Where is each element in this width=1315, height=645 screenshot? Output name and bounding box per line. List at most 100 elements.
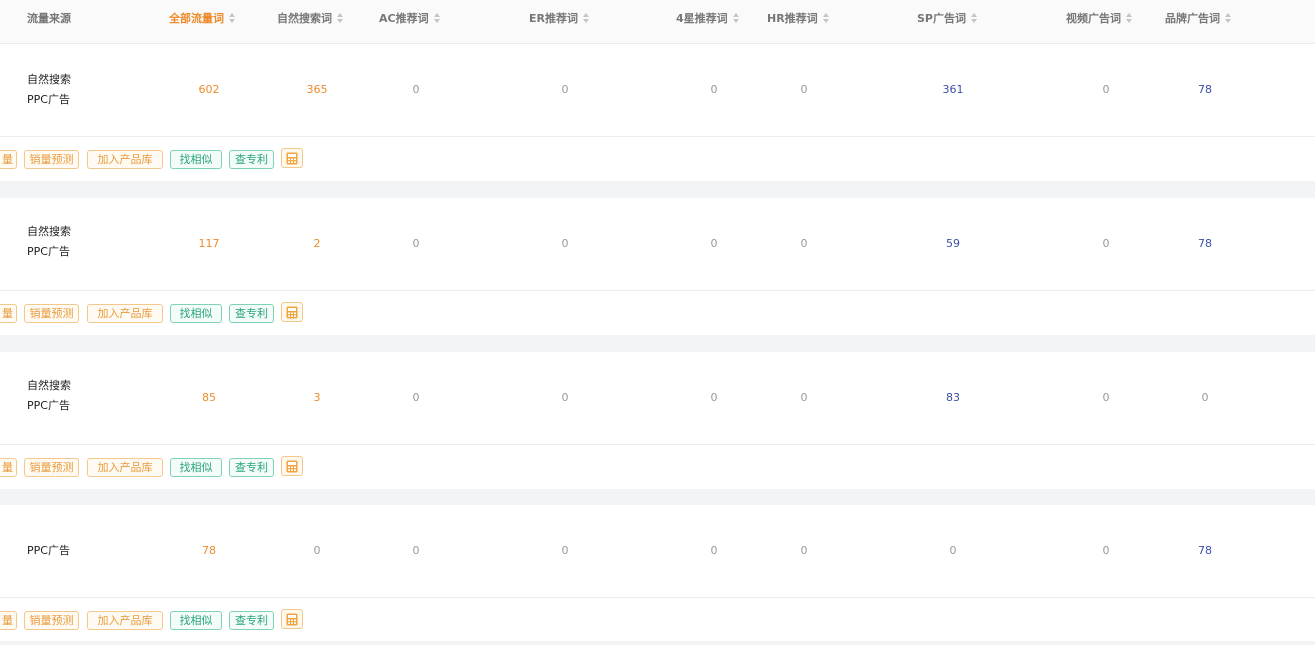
sales-forecast-button[interactable]: 销量预测 — [24, 150, 79, 169]
table-row: 自然搜索 PPC广告 117 2 0 0 0 0 59 0 78 — [0, 198, 1315, 291]
col-header-er-keywords[interactable]: ER推荐词 — [529, 0, 589, 36]
find-similar-button[interactable]: 找相似 — [170, 304, 222, 323]
row-separator — [0, 641, 1315, 645]
er-keywords-value: 0 — [561, 544, 569, 557]
add-to-library-button[interactable]: 加入产品库 — [87, 304, 163, 323]
col-header-hr-keywords[interactable]: HR推荐词 — [767, 0, 829, 36]
col-header-4star-keywords[interactable]: 4星推荐词 — [676, 0, 739, 36]
sales-forecast-button[interactable]: 销量预测 — [24, 611, 79, 630]
col-header-organic-keywords[interactable]: 自然搜索词 — [277, 0, 343, 36]
ac-keywords-value: 0 — [412, 544, 420, 557]
all-keywords-value[interactable]: 117 — [169, 237, 249, 250]
sp-keywords-value[interactable]: 83 — [913, 391, 993, 404]
traffic-source-cell: 自然搜索 PPC广告 — [27, 70, 71, 110]
hr-keywords-value: 0 — [800, 237, 808, 250]
traffic-source-label: 自然搜索 — [27, 379, 71, 392]
organic-keywords-value[interactable]: 365 — [277, 83, 357, 96]
col-header-label: HR推荐词 — [767, 12, 818, 25]
col-header-brand-keywords[interactable]: 品牌广告词 — [1165, 0, 1231, 36]
calculator-icon[interactable] — [281, 609, 303, 629]
video-keywords-value: 0 — [1102, 83, 1110, 96]
row-actions: 量 销量预测 加入产品库 找相似 查专利 — [0, 599, 1315, 642]
table-row: 自然搜索 PPC广告 602 365 0 0 0 0 361 0 78 — [0, 44, 1315, 137]
traffic-source-label: PPC广告 — [27, 544, 70, 557]
col-header-label: 视频广告词 — [1066, 12, 1121, 25]
add-to-library-button[interactable]: 加入产品库 — [87, 458, 163, 477]
col-header-all-keywords[interactable]: 全部流量词 — [169, 0, 235, 36]
organic-keywords-value[interactable]: 3 — [277, 391, 357, 404]
partial-action-button[interactable]: 量 — [0, 304, 17, 323]
traffic-source-label: PPC广告 — [27, 93, 70, 106]
col-header-label: 4星推荐词 — [676, 12, 728, 25]
col-header-label: ER推荐词 — [529, 12, 578, 25]
table-row: PPC广告 78 0 0 0 0 0 0 0 78 — [0, 505, 1315, 598]
sort-icon[interactable] — [582, 13, 589, 23]
all-keywords-value[interactable]: 78 — [169, 544, 249, 557]
sales-forecast-button[interactable]: 销量预测 — [24, 304, 79, 323]
calculator-icon[interactable] — [281, 456, 303, 476]
col-header-ac-keywords[interactable]: AC推荐词 — [379, 0, 440, 36]
add-to-library-button[interactable]: 加入产品库 — [87, 611, 163, 630]
calculator-icon[interactable] — [281, 302, 303, 322]
sort-icon[interactable] — [822, 13, 829, 23]
col-header-label: 流量来源 — [27, 12, 71, 25]
hr-keywords-value: 0 — [800, 544, 808, 557]
traffic-source-label: 自然搜索 — [27, 225, 71, 238]
row-actions: 量 销量预测 加入产品库 找相似 查专利 — [0, 138, 1315, 181]
partial-action-button[interactable]: 量 — [0, 150, 17, 169]
col-header-label: AC推荐词 — [379, 12, 429, 25]
organic-keywords-value[interactable]: 2 — [277, 237, 357, 250]
partial-action-button[interactable]: 量 — [0, 458, 17, 477]
check-patent-button[interactable]: 查专利 — [229, 304, 274, 323]
sort-icon[interactable] — [1225, 13, 1231, 23]
brand-keywords-value[interactable]: 78 — [1165, 83, 1245, 96]
traffic-source-cell: PPC广告 — [27, 541, 70, 561]
row-separator — [0, 489, 1315, 506]
all-keywords-value[interactable]: 602 — [169, 83, 249, 96]
sort-icon[interactable] — [970, 13, 977, 23]
sort-icon[interactable] — [433, 13, 440, 23]
traffic-source-cell: 自然搜索 PPC广告 — [27, 376, 71, 416]
er-keywords-value: 0 — [561, 391, 569, 404]
add-to-library-button[interactable]: 加入产品库 — [87, 150, 163, 169]
traffic-source-label: 自然搜索 — [27, 73, 71, 86]
sp-keywords-value[interactable]: 361 — [913, 83, 993, 96]
col-header-label: SP广告词 — [917, 12, 966, 25]
er-keywords-value: 0 — [561, 83, 569, 96]
col-header-label: 自然搜索词 — [277, 12, 332, 25]
hr-keywords-value: 0 — [800, 83, 808, 96]
brand-keywords-value[interactable]: 78 — [1165, 544, 1245, 557]
all-keywords-value[interactable]: 85 — [169, 391, 249, 404]
row-separator — [0, 335, 1315, 352]
col-header-sp-keywords[interactable]: SP广告词 — [917, 0, 977, 36]
sort-icon[interactable] — [1126, 13, 1132, 23]
calculator-icon[interactable] — [281, 148, 303, 168]
sp-keywords-value[interactable]: 59 — [913, 237, 993, 250]
traffic-source-label: PPC广告 — [27, 245, 70, 258]
partial-action-button[interactable]: 量 — [0, 611, 17, 630]
organic-keywords-value: 0 — [313, 544, 321, 557]
find-similar-button[interactable]: 找相似 — [170, 611, 222, 630]
traffic-source-label: PPC广告 — [27, 399, 70, 412]
brand-keywords-value: 0 — [1201, 391, 1209, 404]
4star-keywords-value: 0 — [710, 83, 718, 96]
find-similar-button[interactable]: 找相似 — [170, 150, 222, 169]
er-keywords-value: 0 — [561, 237, 569, 250]
check-patent-button[interactable]: 查专利 — [229, 150, 274, 169]
check-patent-button[interactable]: 查专利 — [229, 458, 274, 477]
col-header-video-keywords[interactable]: 视频广告词 — [1066, 0, 1132, 36]
sales-forecast-button[interactable]: 销量预测 — [24, 458, 79, 477]
table-row: 自然搜索 PPC广告 85 3 0 0 0 0 83 0 0 — [0, 352, 1315, 445]
col-header-label: 全部流量词 — [169, 12, 224, 25]
brand-keywords-value[interactable]: 78 — [1165, 237, 1245, 250]
sort-icon[interactable] — [732, 13, 739, 23]
video-keywords-value: 0 — [1102, 237, 1110, 250]
table-header: 流量来源 全部流量词 自然搜索词 AC推荐词 ER推荐词 4星推荐词 HR推荐词… — [0, 0, 1315, 44]
4star-keywords-value: 0 — [710, 391, 718, 404]
find-similar-button[interactable]: 找相似 — [170, 458, 222, 477]
video-keywords-value: 0 — [1102, 544, 1110, 557]
check-patent-button[interactable]: 查专利 — [229, 611, 274, 630]
sort-icon[interactable] — [229, 13, 235, 23]
sort-icon[interactable] — [337, 13, 343, 23]
row-actions: 量 销量预测 加入产品库 找相似 查专利 — [0, 446, 1315, 489]
